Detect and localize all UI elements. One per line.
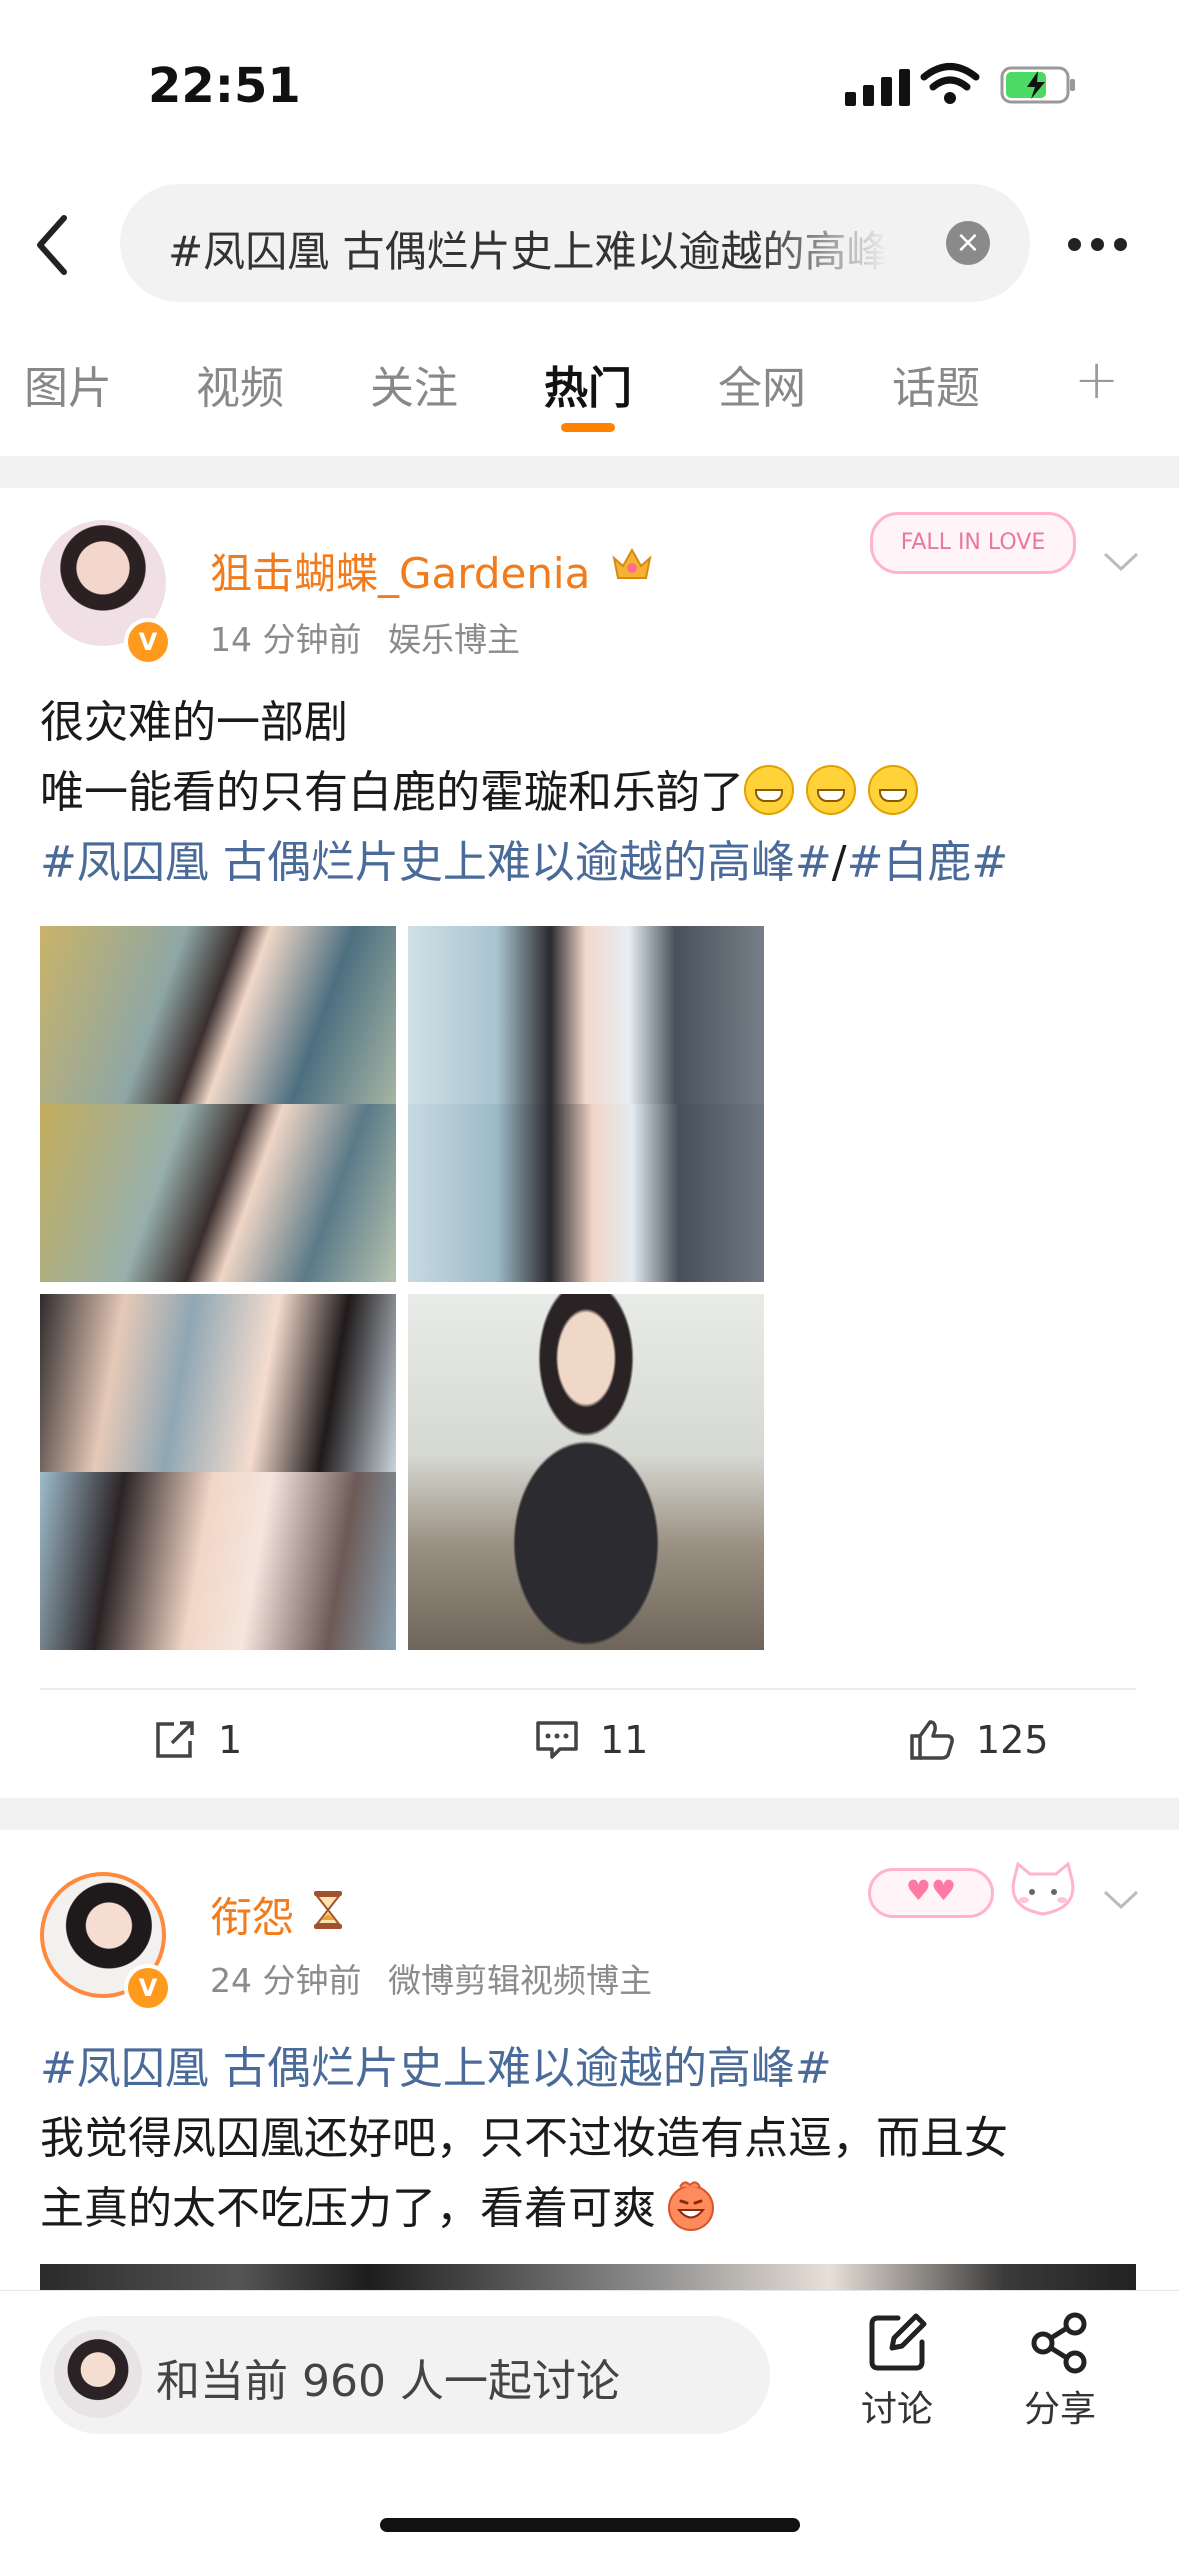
post-image[interactable] xyxy=(40,1294,396,1650)
section-divider xyxy=(0,1798,1179,1830)
hashtag-link[interactable]: #白鹿# xyxy=(847,837,1009,888)
share-label: 分享 xyxy=(1023,2389,1096,2430)
post-body: 很灾难的一部剧 唯一能看的只有白鹿的霍璇和乐韵了 #凤囚凰 古偶烂片史上难以逾越… xyxy=(40,688,1140,898)
active-tab-indicator xyxy=(561,423,615,432)
share-button[interactable]: 分享 xyxy=(1018,2310,1102,2432)
laughing-emoji-icon xyxy=(668,2181,714,2231)
grin-emoji-icon xyxy=(744,765,794,815)
like-count: 125 xyxy=(976,1718,1049,1762)
home-indicator[interactable] xyxy=(380,2518,800,2532)
discussion-placeholder[interactable]: 和当前 960 人一起讨论 xyxy=(156,2345,620,2409)
author-tag: 微博剪辑视频博主 xyxy=(387,1961,652,2000)
verified-badge-icon: V xyxy=(124,1964,172,2012)
post-time: 24 分钟前 xyxy=(210,1961,362,2000)
post-username[interactable]: 狙击蝴蝶_Gardenia xyxy=(210,540,590,601)
tab-topics[interactable]: 话题 xyxy=(892,352,980,416)
repost-button[interactable]: 1 xyxy=(152,1718,242,1762)
grin-emoji-icon xyxy=(806,765,856,815)
tab-videos[interactable]: 视频 xyxy=(196,352,284,416)
chevron-down-icon[interactable] xyxy=(1102,1888,1140,1912)
post-image[interactable] xyxy=(40,926,396,1282)
post-image[interactable] xyxy=(408,1294,764,1650)
battery-charging-icon xyxy=(1000,66,1075,104)
post-text-line: 主真的太不吃压力了，看着可爽 xyxy=(40,2183,656,2234)
divider xyxy=(40,1688,1136,1690)
cellular-signal-icon xyxy=(845,66,910,106)
post-time: 14 分钟前 xyxy=(210,620,362,659)
clear-search-icon[interactable]: × xyxy=(946,221,990,265)
compose-icon xyxy=(869,2313,927,2371)
author-tag: 娱乐博主 xyxy=(387,620,520,659)
hourglass-icon xyxy=(314,1891,342,1929)
separator: / xyxy=(831,837,847,888)
tab-hot[interactable]: 热门 xyxy=(544,352,632,416)
verified-badge-icon: V xyxy=(124,618,172,666)
grin-emoji-icon xyxy=(868,765,918,815)
crown-icon xyxy=(612,547,652,579)
chevron-down-icon[interactable] xyxy=(1102,550,1140,574)
user-avatar xyxy=(54,2330,142,2418)
search-query[interactable]: #凤囚凰 古偶烂片史上难以逾越的高峰# xyxy=(168,218,888,279)
tab-following[interactable]: 关注 xyxy=(370,352,458,416)
post-text-line: 唯一能看的只有白鹿的霍璇和乐韵了 xyxy=(40,767,744,818)
thumbs-up-icon xyxy=(910,1720,954,1760)
post-text-line: 我觉得凤囚凰还好吧，只不过妆造有点逗，而且女 xyxy=(40,2113,1008,2164)
back-arrow-icon[interactable] xyxy=(28,210,78,280)
cat-sticker-icon xyxy=(1011,1861,1075,1916)
add-tab-icon[interactable]: + xyxy=(1074,348,1119,411)
comment-count: 11 xyxy=(600,1718,649,1762)
tab-all-web[interactable]: 全网 xyxy=(718,352,806,416)
repost-count: 1 xyxy=(218,1718,243,1762)
wifi-icon xyxy=(920,63,980,104)
hashtag-link[interactable]: #凤囚凰 古偶烂片史上难以逾越的高峰# xyxy=(40,2034,1140,2104)
discuss-label: 讨论 xyxy=(860,2389,933,2430)
post-image[interactable] xyxy=(408,926,764,1282)
hashtag-link[interactable]: #凤囚凰 古偶烂片史上难以逾越的高峰# xyxy=(40,837,832,888)
post-username[interactable]: 衔怨 xyxy=(210,1884,294,1945)
comment-icon xyxy=(536,1721,578,1759)
section-divider xyxy=(0,456,1179,488)
share-icon xyxy=(1031,2312,1087,2374)
tab-images[interactable]: 图片 xyxy=(24,352,112,416)
status-time: 22:51 xyxy=(148,58,301,114)
more-options-icon[interactable] xyxy=(1068,238,1127,251)
decoration-hearts: ♥♥ xyxy=(868,1868,994,1918)
repost-icon xyxy=(156,1721,194,1758)
comment-button[interactable]: 11 xyxy=(534,1718,648,1762)
discuss-button[interactable]: 讨论 xyxy=(858,2310,936,2432)
post-text-line: 很灾难的一部剧 xyxy=(40,697,348,748)
decoration-badge: FALL IN LOVE xyxy=(870,512,1076,574)
post-body: #凤囚凰 古偶烂片史上难以逾越的高峰# 我觉得凤囚凰还好吧，只不过妆造有点逗，而… xyxy=(40,2034,1140,2244)
like-button[interactable]: 125 xyxy=(908,1718,1049,1762)
